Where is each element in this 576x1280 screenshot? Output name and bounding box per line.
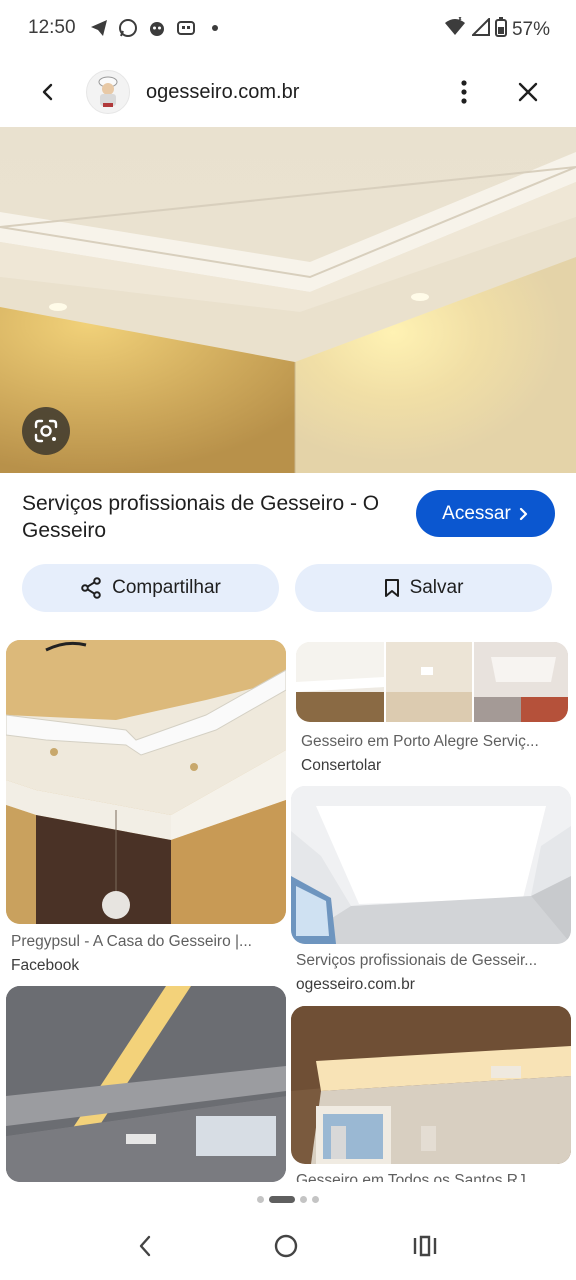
- message-icon: [175, 18, 196, 39]
- app-bar: ogesseiro.com.br: [0, 62, 576, 124]
- card-title: Gesseiro em Porto Alegre Serviç...: [301, 733, 539, 750]
- battery-percent: 57%: [511, 18, 550, 40]
- share-icon: [81, 577, 101, 599]
- save-label: Salvar: [409, 577, 464, 598]
- save-button[interactable]: Salvar: [295, 564, 552, 612]
- google-lens-icon: [34, 419, 58, 443]
- system-status: 57%: [443, 16, 550, 42]
- card-thumbnail: [6, 986, 286, 1182]
- nav-home-button[interactable]: [266, 1226, 306, 1266]
- hero-image[interactable]: [0, 127, 576, 473]
- image-card[interactable]: Gesseiro em Todos os Santos RJ: [291, 1006, 571, 1182]
- site-logo-icon: [98, 76, 118, 107]
- nav-back-button[interactable]: [125, 1226, 165, 1266]
- image-card[interactable]: Serviços profissionais de Gesseir... oge…: [291, 786, 571, 996]
- page-dot: [257, 1195, 264, 1203]
- image-card[interactable]: [6, 986, 286, 1182]
- close-button[interactable]: [510, 74, 546, 110]
- result-title[interactable]: Serviços profissionais de Gesseiro - O G…: [22, 490, 392, 544]
- whatsapp-icon: [117, 18, 138, 39]
- more-options-button[interactable]: [446, 74, 482, 110]
- image-card[interactable]: Gesseiro em Porto Alegre Serviç... Conse…: [296, 642, 568, 777]
- nav-back-icon: [139, 1235, 151, 1257]
- card-source: ogesseiro.com.br: [296, 976, 415, 993]
- site-avatar: [86, 70, 130, 114]
- card-source: Facebook: [11, 957, 80, 974]
- close-icon: [518, 82, 538, 102]
- lens-button[interactable]: [22, 407, 70, 455]
- carousel-pagination: [0, 1193, 576, 1205]
- notification-icon: [146, 18, 167, 39]
- signal-icon: [470, 16, 490, 41]
- nav-recents-icon: [413, 1235, 437, 1257]
- chevron-left-icon: [42, 83, 53, 101]
- site-domain[interactable]: ogesseiro.com.br: [146, 81, 299, 104]
- chevron-right-icon: [519, 507, 527, 520]
- ceiling-photo: [0, 127, 576, 473]
- page-dot: [312, 1195, 319, 1203]
- card-thumbnail: [291, 786, 571, 944]
- more-vert-icon: [461, 80, 467, 104]
- wifi-icon: [443, 16, 467, 42]
- system-nav-bar: [0, 1212, 576, 1280]
- card-title: Gesseiro em Todos os Santos RJ: [296, 1172, 526, 1182]
- bookmark-icon: [384, 579, 399, 597]
- card-thumbnail: [6, 640, 286, 924]
- dot-icon: [204, 18, 225, 39]
- notification-icons: [88, 18, 225, 39]
- card-title: Serviços profissionais de Gesseir...: [296, 952, 538, 969]
- card-title: Pregypsul - A Casa do Gesseiro |...: [11, 933, 252, 950]
- battery-icon: [494, 17, 507, 42]
- nav-recents-button[interactable]: [405, 1226, 445, 1266]
- page-dot: [300, 1195, 307, 1203]
- card-thumbnail: [291, 1006, 571, 1164]
- telegram-icon: [88, 18, 109, 39]
- share-button[interactable]: Compartilhar: [22, 564, 279, 612]
- status-time: 12:50: [28, 17, 76, 38]
- image-card[interactable]: Pregypsul - A Casa do Gesseiro |... Face…: [6, 640, 286, 980]
- card-thumbnail: [296, 642, 568, 722]
- nav-home-icon: [274, 1234, 298, 1258]
- share-label: Compartilhar: [112, 577, 221, 598]
- card-source: Consertolar: [301, 757, 382, 774]
- page-dot-active: [269, 1195, 295, 1203]
- back-button[interactable]: [30, 74, 66, 110]
- visit-label: Acessar: [442, 502, 511, 524]
- visit-button[interactable]: Acessar: [416, 490, 555, 537]
- status-bar: 12:50 57%: [0, 0, 576, 58]
- related-images-grid: Pregypsul - A Casa do Gesseiro |... Face…: [0, 636, 576, 1182]
